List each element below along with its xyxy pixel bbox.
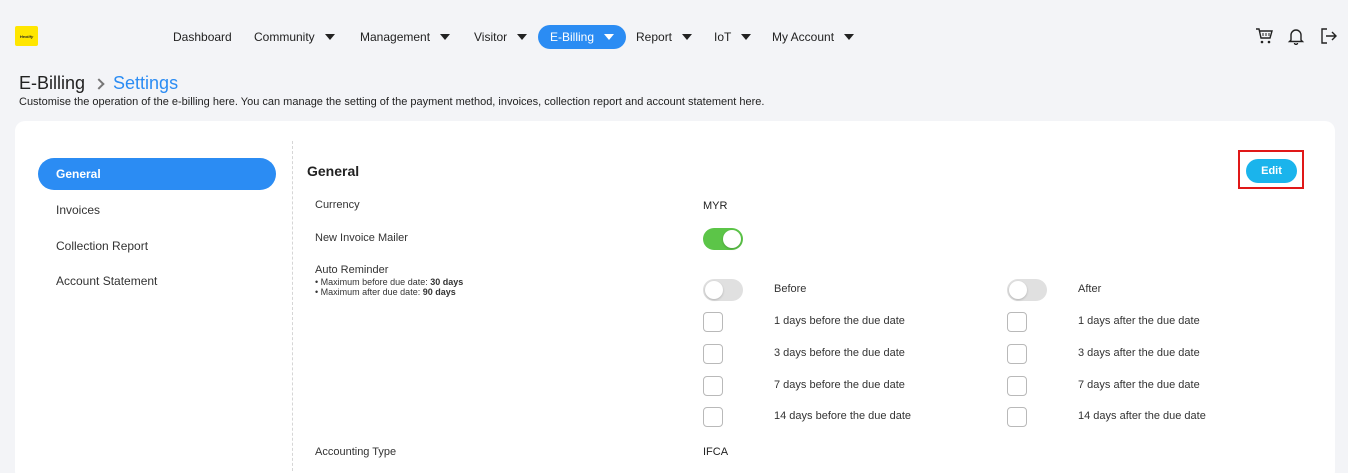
accounting-type-label: Accounting Type — [315, 446, 397, 458]
currency-label: Currency — [315, 199, 360, 211]
chevron-down-icon — [324, 34, 335, 40]
after-1-checkbox[interactable] — [1007, 312, 1027, 332]
before-3-label: 3 days before the due date — [774, 347, 905, 359]
chevron-right-icon — [93, 77, 105, 90]
breadcrumb: E-Billing Settings — [19, 73, 178, 94]
after-7-checkbox[interactable] — [1007, 376, 1027, 396]
auto-reminder-note: • Maximum before due date: 30 days • Max… — [315, 277, 464, 297]
after-14-label: 14 days after the due date — [1078, 410, 1206, 422]
accounting-type-value: IFCA — [703, 446, 729, 458]
chevron-down-icon — [440, 34, 451, 40]
before-14-label: 14 days before the due date — [774, 410, 911, 422]
edit-button[interactable]: Edit — [1246, 159, 1297, 183]
currency-value: MYR — [703, 200, 728, 212]
after-14-checkbox[interactable] — [1007, 407, 1027, 427]
nav-visitor[interactable]: Visitor — [474, 25, 528, 49]
before-3-checkbox[interactable] — [703, 344, 723, 364]
before-1-checkbox[interactable] — [703, 312, 723, 332]
before-1-label: 1 days before the due date — [774, 315, 905, 327]
toggle-knob — [705, 281, 723, 299]
sidebar-item-collection-report[interactable]: Collection Report — [38, 230, 276, 262]
chevron-down-icon — [604, 34, 615, 40]
logout-icon[interactable] — [1318, 26, 1338, 46]
auto-reminder-label: Auto Reminder — [315, 264, 389, 276]
nav-management[interactable]: Management — [360, 25, 451, 49]
chevron-down-icon — [517, 34, 528, 40]
nav-dashboard[interactable]: Dashboard — [173, 25, 232, 49]
chevron-down-icon — [844, 34, 855, 40]
chevron-down-icon — [741, 34, 752, 40]
before-toggle[interactable] — [703, 279, 743, 301]
sidebar-item-account-statement[interactable]: Account Statement — [38, 265, 276, 297]
top-navbar: Hextify Dashboard Community Management V… — [0, 0, 1348, 70]
cart-icon[interactable] — [1254, 26, 1274, 46]
settings-card: General Invoices Collection Report Accou… — [15, 121, 1335, 473]
chevron-down-icon — [682, 34, 693, 40]
settings-sidebar: General Invoices Collection Report Accou… — [15, 121, 292, 473]
bell-icon[interactable] — [1286, 26, 1306, 46]
nav-my-account[interactable]: My Account — [772, 25, 855, 49]
sidebar-item-invoices[interactable]: Invoices — [38, 194, 276, 226]
before-7-label: 7 days before the due date — [774, 379, 905, 391]
breadcrumb-parent[interactable]: E-Billing — [19, 73, 85, 94]
page-description: Customise the operation of the e-billing… — [19, 96, 765, 108]
sidebar-item-general[interactable]: General — [38, 158, 276, 190]
nav-e-billing[interactable]: E-Billing — [538, 25, 627, 49]
toggle-knob — [1009, 281, 1027, 299]
before-14-checkbox[interactable] — [703, 407, 723, 427]
edit-highlight: Edit — [1238, 150, 1304, 189]
after-1-label: 1 days after the due date — [1078, 315, 1200, 327]
nav-report[interactable]: Report — [636, 25, 693, 49]
after-toggle[interactable] — [1007, 279, 1047, 301]
before-label: Before — [774, 283, 807, 295]
before-7-checkbox[interactable] — [703, 376, 723, 396]
page-title: Settings — [113, 73, 179, 93]
mailer-toggle[interactable] — [703, 228, 743, 250]
app-logo[interactable]: Hextify — [15, 26, 38, 46]
section-title: General — [307, 163, 360, 179]
top-icons — [1254, 26, 1338, 46]
after-7-label: 7 days after the due date — [1078, 379, 1200, 391]
logo-text: Hextify — [19, 33, 34, 39]
nav-community[interactable]: Community — [254, 25, 335, 49]
mailer-label: New Invoice Mailer — [315, 232, 408, 244]
after-label: After — [1078, 283, 1102, 295]
toggle-knob — [723, 230, 741, 248]
after-3-label: 3 days after the due date — [1078, 347, 1200, 359]
after-3-checkbox[interactable] — [1007, 344, 1027, 364]
nav-iot[interactable]: IoT — [714, 25, 752, 49]
section-divider — [292, 141, 293, 473]
